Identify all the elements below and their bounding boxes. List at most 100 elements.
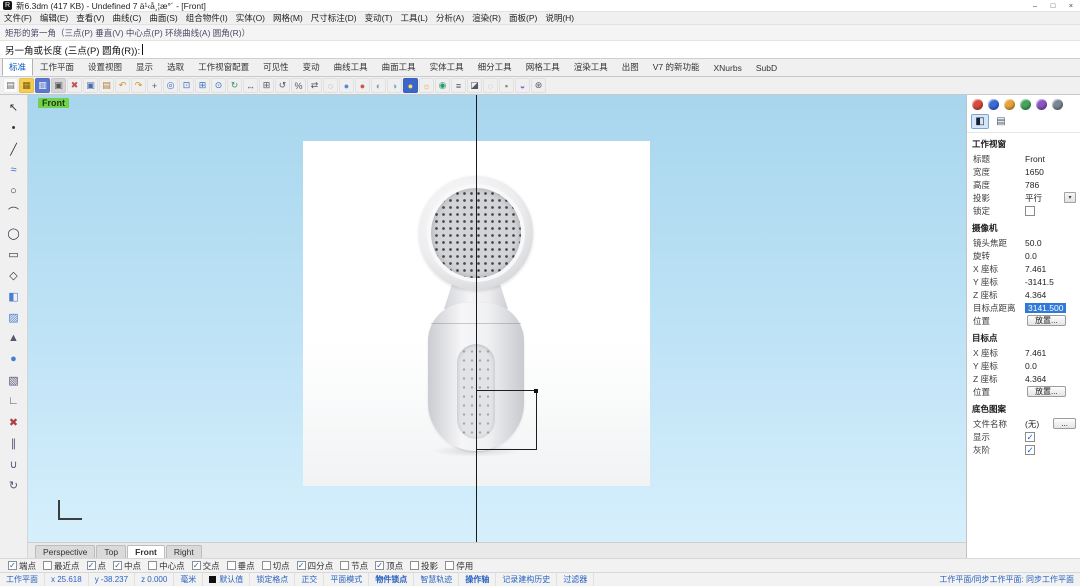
properties-tab-icon[interactable] bbox=[972, 99, 983, 110]
object-properties-icon[interactable]: ▤ bbox=[992, 114, 1010, 129]
osnap-toggle[interactable]: 垂点 bbox=[227, 560, 255, 572]
osnap-toggle[interactable]: 端点 bbox=[8, 560, 36, 572]
status-cell[interactable]: 平面模式 bbox=[324, 573, 369, 586]
menu-item[interactable]: 说明(H) bbox=[541, 12, 578, 24]
curve-icon[interactable]: ≈ bbox=[3, 160, 24, 180]
osnap-toggle[interactable]: 节点 bbox=[340, 560, 368, 572]
point-icon[interactable]: • bbox=[3, 118, 24, 138]
corner-handle[interactable] bbox=[534, 389, 538, 393]
lock-object-icon[interactable]: ▪ bbox=[499, 78, 514, 93]
toolbar-tab[interactable]: 出图 bbox=[615, 59, 646, 76]
property-value[interactable]: 4.364 bbox=[1025, 374, 1046, 384]
redo-icon[interactable]: ↷ bbox=[131, 78, 146, 93]
place-button[interactable]: 放置... bbox=[1027, 315, 1066, 326]
menu-item[interactable]: 尺寸标注(D) bbox=[307, 12, 361, 24]
surface-icon[interactable]: ◧ bbox=[3, 286, 24, 306]
viewport-front[interactable]: Front bbox=[28, 95, 966, 542]
rendered-display-icon[interactable]: ● bbox=[355, 78, 370, 93]
property-checkbox[interactable] bbox=[1025, 206, 1035, 216]
copy-icon[interactable]: ▣ bbox=[83, 78, 98, 93]
osnap-checkbox[interactable] bbox=[445, 561, 454, 570]
zoom-selected-icon[interactable]: ⊙ bbox=[211, 78, 226, 93]
zoom-window-icon[interactable]: ⊡ bbox=[179, 78, 194, 93]
viewport-tab[interactable]: Top bbox=[96, 545, 126, 558]
select-arrow-icon[interactable]: ↖ bbox=[3, 97, 24, 117]
properties-icon[interactable]: ◪ bbox=[467, 78, 482, 93]
split-icon[interactable]: ∥ bbox=[3, 433, 24, 453]
scale-icon[interactable]: % bbox=[291, 78, 306, 93]
command-input[interactable]: 另一角或长度 (三点(P) 圆角(R)): bbox=[0, 41, 1080, 59]
osnap-checkbox[interactable] bbox=[297, 561, 306, 570]
layers-icon[interactable]: ≡ bbox=[451, 78, 466, 93]
osnap-toggle[interactable]: 顶点 bbox=[375, 560, 403, 572]
osnap-toggle[interactable]: 点 bbox=[87, 560, 107, 572]
sun-icon[interactable]: ☼ bbox=[419, 78, 434, 93]
toolbar-tab[interactable]: 设置视图 bbox=[81, 59, 129, 76]
toolbar-tab[interactable]: 可见性 bbox=[256, 59, 296, 76]
menu-item[interactable]: 变动(T) bbox=[361, 12, 397, 24]
status-cell[interactable]: y -38.237 bbox=[89, 573, 135, 586]
osnap-toggle[interactable]: 中心点 bbox=[148, 560, 185, 572]
menu-item[interactable]: 网格(M) bbox=[269, 12, 307, 24]
trim-icon[interactable]: ✖ bbox=[3, 412, 24, 432]
print-icon[interactable]: ▣ bbox=[51, 78, 66, 93]
viewport-tab[interactable]: Perspective bbox=[35, 545, 95, 558]
zoom-extents-icon[interactable]: ⊞ bbox=[195, 78, 210, 93]
help-tab-icon[interactable] bbox=[1052, 99, 1063, 110]
status-cell[interactable]: 过滤器 bbox=[557, 573, 594, 586]
fillet-icon[interactable]: ∟ bbox=[3, 391, 24, 411]
toolbar-tab[interactable]: 曲面工具 bbox=[375, 59, 423, 76]
property-value[interactable]: 50.0 bbox=[1025, 238, 1042, 248]
new-file-icon[interactable]: ▤ bbox=[3, 78, 18, 93]
toolbar-tab[interactable]: 渲染工具 bbox=[567, 59, 615, 76]
status-cell[interactable]: 锁定格点 bbox=[250, 573, 295, 586]
property-value[interactable]: (无) bbox=[1025, 418, 1039, 430]
display-tab-icon[interactable] bbox=[1004, 99, 1015, 110]
menu-item[interactable]: 曲面(S) bbox=[145, 12, 181, 24]
osnap-toggle[interactable]: 最近点 bbox=[43, 560, 80, 572]
toolbar-tab[interactable]: 变动 bbox=[296, 59, 327, 76]
osnap-checkbox[interactable] bbox=[87, 561, 96, 570]
toolbar-tab[interactable]: 细分工具 bbox=[471, 59, 519, 76]
status-cell[interactable]: z 0.000 bbox=[135, 573, 174, 586]
menu-item[interactable]: 查看(V) bbox=[72, 12, 108, 24]
rotate-icon[interactable]: ↺ bbox=[275, 78, 290, 93]
undo-icon[interactable]: ↶ bbox=[115, 78, 130, 93]
pan-view-icon[interactable]: + bbox=[147, 78, 162, 93]
rectangle-icon[interactable]: ▭ bbox=[3, 244, 24, 264]
menu-item[interactable]: 文件(F) bbox=[0, 12, 36, 24]
viewport-title[interactable]: Front bbox=[38, 98, 69, 108]
rectangle-preview[interactable] bbox=[476, 390, 537, 450]
ellipse-icon[interactable]: ◯ bbox=[3, 223, 24, 243]
status-cell[interactable]: 工作平面 bbox=[0, 573, 45, 586]
status-cell[interactable]: 正交 bbox=[295, 573, 324, 586]
menu-item[interactable]: 编辑(E) bbox=[36, 12, 72, 24]
osnap-checkbox[interactable] bbox=[375, 561, 384, 570]
zoom-dynamic-icon[interactable]: ◎ bbox=[163, 78, 178, 93]
osnap-checkbox[interactable] bbox=[113, 561, 122, 570]
property-value[interactable]: 4.364 bbox=[1025, 290, 1046, 300]
toolbar-tab[interactable]: 选取 bbox=[160, 59, 191, 76]
toolbar-tab[interactable]: 曲线工具 bbox=[327, 59, 375, 76]
osnap-checkbox[interactable] bbox=[192, 561, 201, 570]
box-icon[interactable]: ▧ bbox=[3, 370, 24, 390]
property-value[interactable]: -3141.5 bbox=[1025, 277, 1054, 287]
osnap-checkbox[interactable] bbox=[148, 561, 157, 570]
transform-icon[interactable]: ↻ bbox=[3, 475, 24, 495]
status-cell[interactable]: 记录建构历史 bbox=[496, 573, 557, 586]
join-icon[interactable]: ∪ bbox=[3, 454, 24, 474]
property-value[interactable]: 7.461 bbox=[1025, 348, 1046, 358]
move-icon[interactable]: ↔ bbox=[243, 78, 258, 93]
osnap-toggle[interactable]: 停用 bbox=[445, 560, 473, 572]
osnap-toggle[interactable]: 切点 bbox=[262, 560, 290, 572]
property-value[interactable]: Front bbox=[1025, 154, 1045, 164]
toolbar-tab[interactable]: V7 的新功能 bbox=[646, 59, 707, 76]
shaded-display-icon[interactable]: ● bbox=[339, 78, 354, 93]
property-value[interactable]: 0.0 bbox=[1025, 251, 1037, 261]
property-value[interactable]: 3141.500 bbox=[1025, 303, 1066, 313]
status-cell[interactable]: 智慧轨迹 bbox=[414, 573, 459, 586]
wireframe-display-icon[interactable]: ◌ bbox=[323, 78, 338, 93]
property-value[interactable]: 1650 bbox=[1025, 167, 1044, 177]
status-cell[interactable]: 毫米 bbox=[174, 573, 203, 586]
construction-line[interactable] bbox=[476, 95, 477, 542]
